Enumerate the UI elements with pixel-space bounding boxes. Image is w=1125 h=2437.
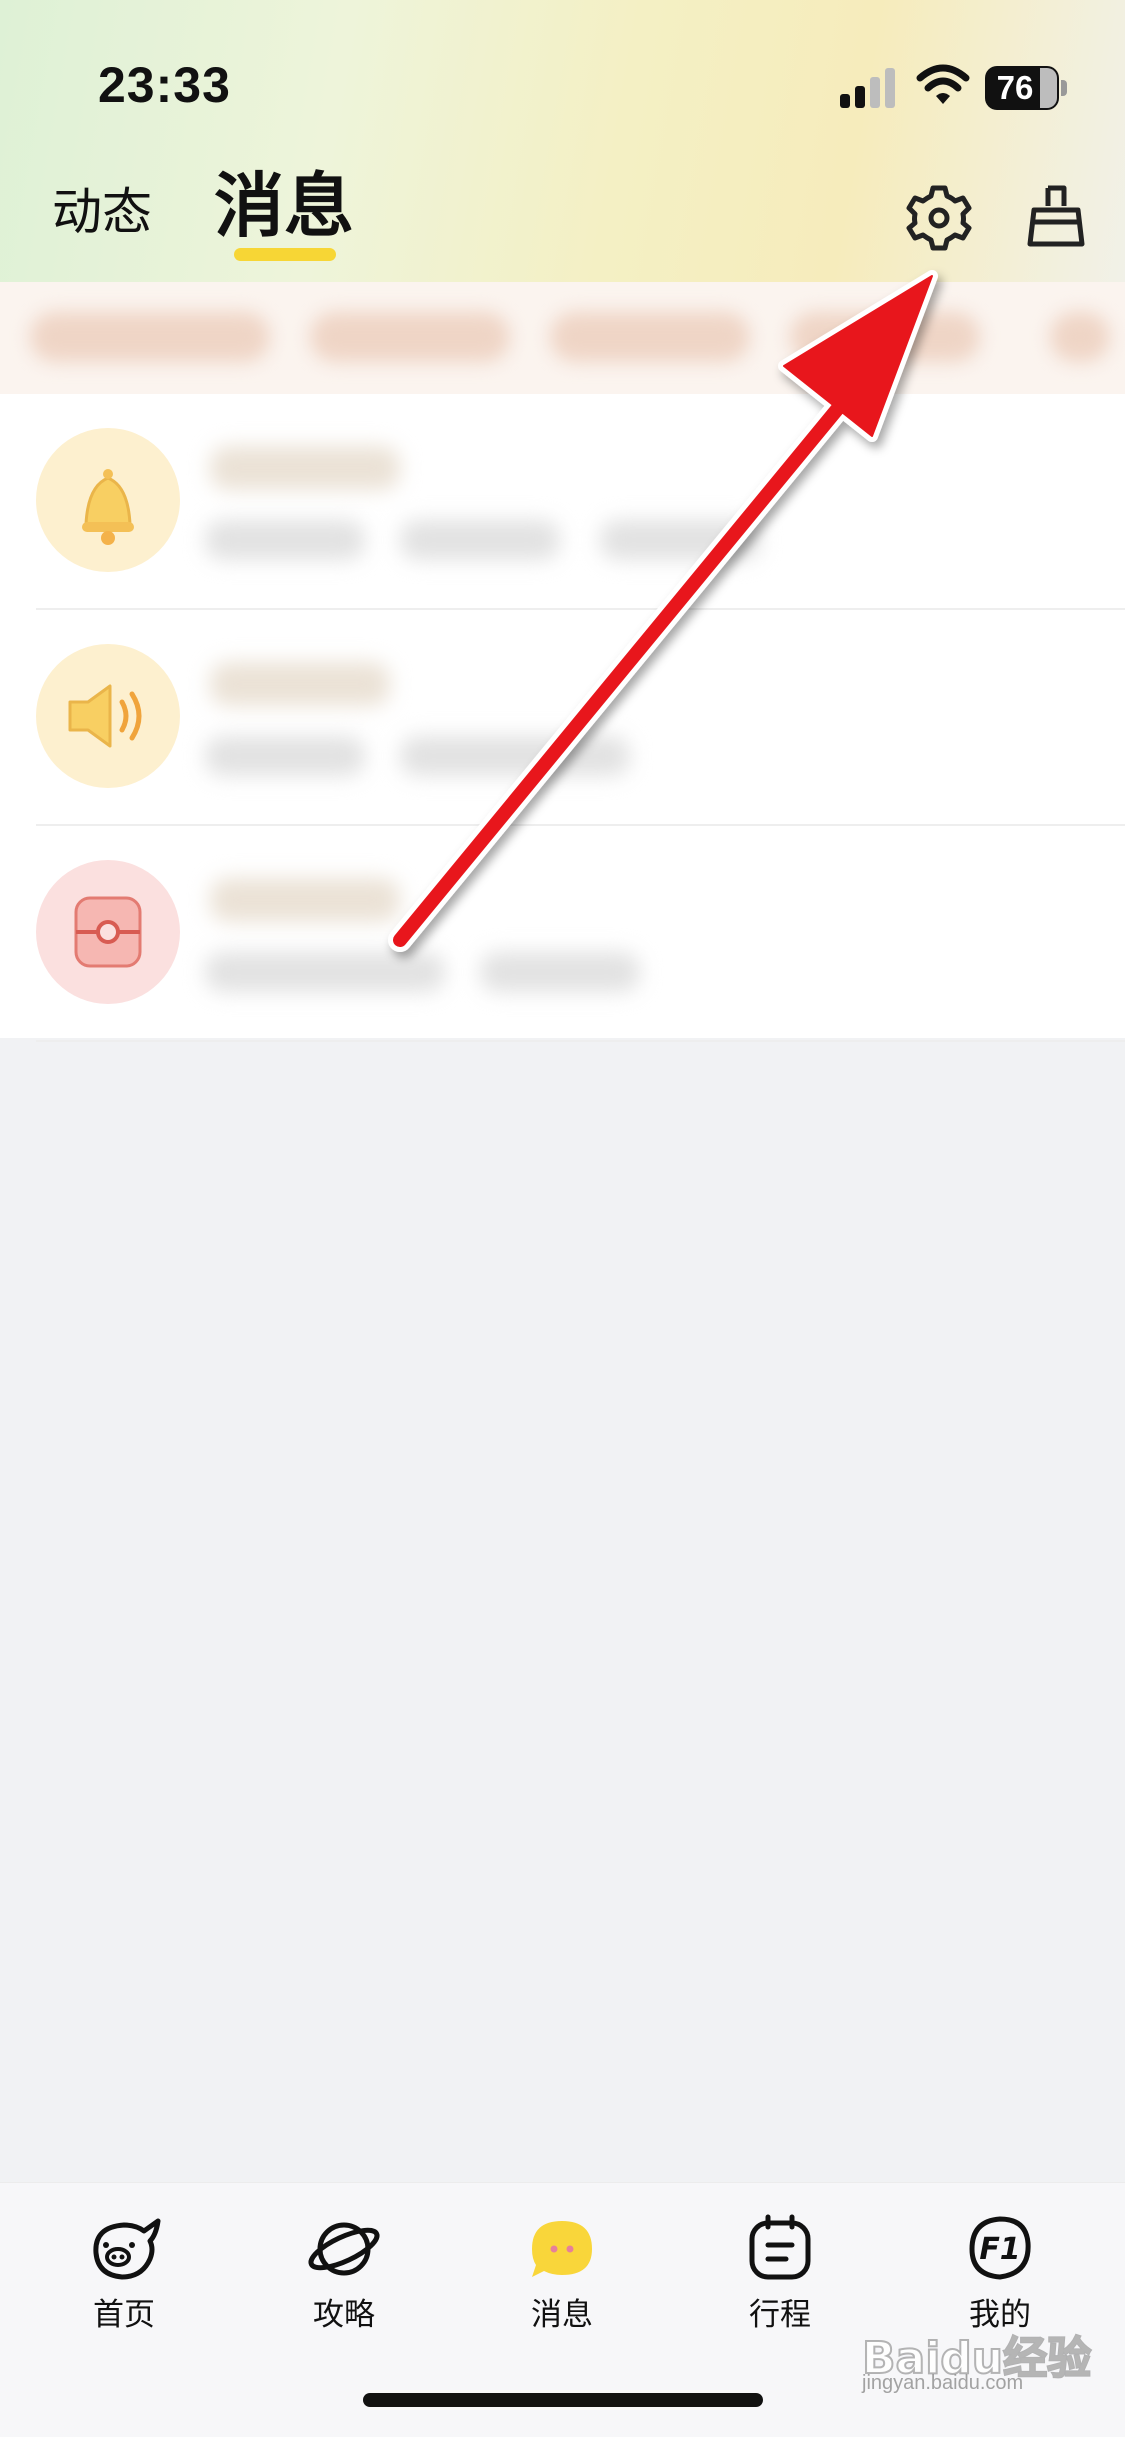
gear-icon[interactable] <box>903 182 975 254</box>
tabbar-item-mine[interactable]: F1 我的 <box>920 2213 1080 2333</box>
calendar-icon <box>749 2214 811 2280</box>
status-time: 23:33 <box>98 57 231 113</box>
tab-messages[interactable]: 消息 <box>214 150 354 251</box>
tabbar-item-home[interactable]: 首页 <box>44 2213 204 2333</box>
tabbar-label-messages: 消息 <box>531 2297 593 2332</box>
pig-face-icon <box>93 2218 161 2280</box>
shortcut-chip[interactable] <box>30 312 270 362</box>
bottom-tab-bar: 首页 攻略 消息 行程 F1 我的 <box>0 2182 1125 2437</box>
chat-bubble-icon <box>532 2221 592 2277</box>
bell-icon <box>36 428 180 572</box>
cellular-signal-icon <box>840 68 895 108</box>
battery-icon: 76 <box>985 66 1067 110</box>
tab-dynamic[interactable]: 动态 <box>52 172 152 244</box>
tabbar-label-home: 首页 <box>93 2297 155 2332</box>
watermark-sub: jingyan.baidu.com <box>862 2372 1024 2394</box>
list-item[interactable] <box>0 826 1125 1042</box>
wifi-icon <box>916 64 970 104</box>
status-bar: 23:33 76 <box>0 0 1125 150</box>
shortcut-chip[interactable] <box>1050 312 1110 362</box>
speaker-icon <box>36 644 180 788</box>
battery-level: 76 <box>996 69 1034 106</box>
planet-icon <box>308 2222 380 2276</box>
shortcut-chip[interactable] <box>550 312 750 362</box>
shortcut-chip[interactable] <box>310 312 510 362</box>
baidu-watermark: Baidu经验 jingyan.baidu.com <box>861 2322 1122 2394</box>
list-item[interactable] <box>0 394 1125 610</box>
active-tab-indicator <box>234 248 336 261</box>
quick-shortcut-strip <box>0 282 1125 394</box>
broom-icon[interactable] <box>1020 182 1092 254</box>
f1-badge-icon: F1 <box>969 2216 1031 2280</box>
wallet-icon <box>36 860 180 1004</box>
list-item[interactable] <box>0 610 1125 826</box>
tabbar-item-messages[interactable]: 消息 <box>482 2213 642 2333</box>
message-list <box>0 394 1125 1042</box>
shortcut-chip[interactable] <box>790 312 980 362</box>
svg-text:F1: F1 <box>979 2232 1020 2267</box>
tabbar-label-guides: 攻略 <box>313 2297 375 2332</box>
tabbar-item-itinerary[interactable]: 行程 <box>700 2213 860 2333</box>
tabbar-label-itinerary: 行程 <box>749 2297 811 2332</box>
tabbar-item-guides[interactable]: 攻略 <box>264 2213 424 2333</box>
home-indicator <box>363 2393 763 2407</box>
